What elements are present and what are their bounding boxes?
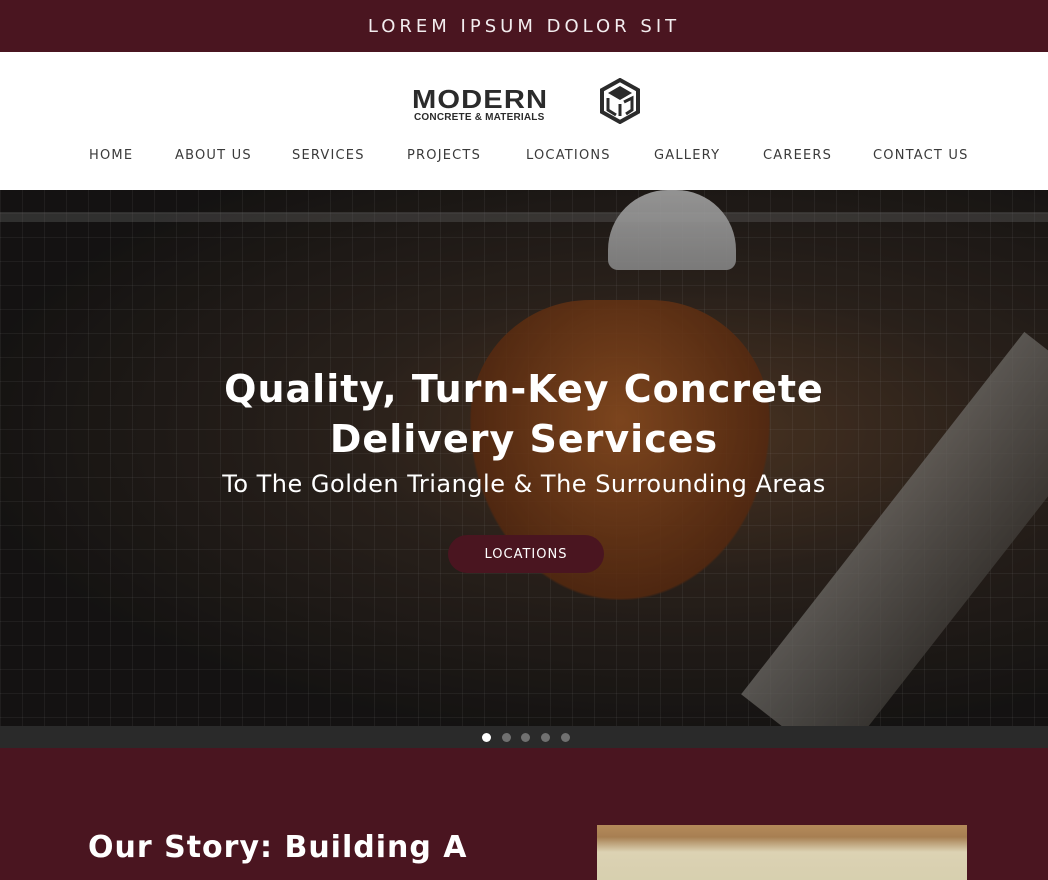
nav-careers[interactable]: CAREERS xyxy=(763,148,832,163)
hero-title-line-2: Delivery Services xyxy=(329,417,719,461)
hero-title: Quality, Turn-Key Concrete Delivery Serv… xyxy=(0,364,1048,464)
nav-locations[interactable]: LOCATIONS xyxy=(526,148,611,163)
site-header: MODERN CONCRETE & MATERIALS HOME ABOUT U… xyxy=(0,52,1048,190)
main-nav: HOME ABOUT US SERVICES PROJECTS LOCATION… xyxy=(0,148,1048,168)
announcement-text: LOREM IPSUM DOLOR SIT xyxy=(367,15,681,37)
logo-wordmark: MODERN xyxy=(412,84,549,114)
logo-tagline: CONCRETE & MATERIALS xyxy=(414,112,545,123)
cube-logo-icon xyxy=(600,78,640,124)
hero-title-line-1: Quality, Turn-Key Concrete xyxy=(224,367,824,411)
our-story-section: Our Story: Building A xyxy=(0,748,1048,880)
slide-dot-2[interactable] xyxy=(502,733,511,742)
nav-contact-us[interactable]: CONTACT US xyxy=(873,148,969,163)
slide-dot-4[interactable] xyxy=(541,733,550,742)
announcement-bar: LOREM IPSUM DOLOR SIT xyxy=(0,0,1048,52)
site-logo[interactable]: MODERN CONCRETE & MATERIALS xyxy=(412,78,642,126)
story-title: Our Story: Building A xyxy=(88,830,468,865)
nav-services[interactable]: SERVICES xyxy=(292,148,365,163)
slide-dot-1[interactable] xyxy=(482,733,491,742)
nav-home[interactable]: HOME xyxy=(89,148,133,163)
slide-dot-5[interactable] xyxy=(561,733,570,742)
slide-dot-3[interactable] xyxy=(521,733,530,742)
nav-about-us[interactable]: ABOUT US xyxy=(175,148,252,163)
hero-slider: Quality, Turn-Key Concrete Delivery Serv… xyxy=(0,190,1048,726)
nav-projects[interactable]: PROJECTS xyxy=(407,148,481,163)
slider-pagination xyxy=(0,726,1048,748)
hero-subtitle: To The Golden Triangle & The Surrounding… xyxy=(222,470,826,498)
locations-button[interactable]: LOCATIONS xyxy=(448,535,604,573)
nav-gallery[interactable]: GALLERY xyxy=(654,148,720,163)
locations-button-label: LOCATIONS xyxy=(484,546,568,562)
story-image xyxy=(597,825,967,880)
